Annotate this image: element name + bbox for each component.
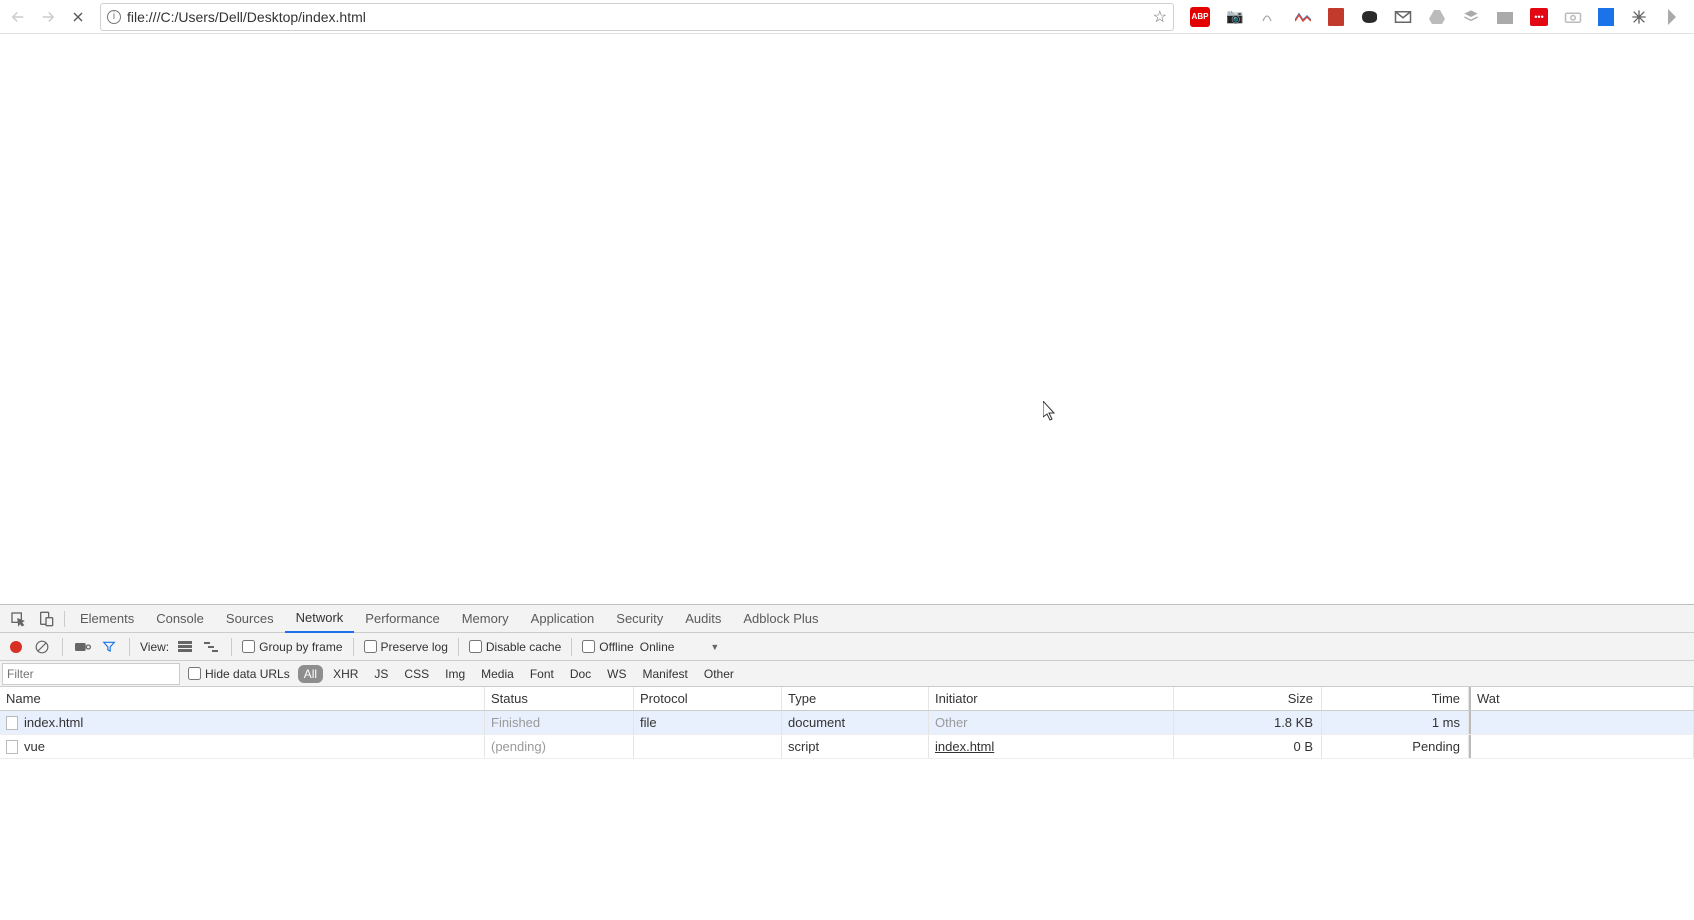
filter-chip-other[interactable]: Other bbox=[698, 665, 740, 683]
filter-icon[interactable] bbox=[99, 637, 119, 657]
filter-chip-font[interactable]: Font bbox=[524, 665, 560, 683]
column-waterfall[interactable]: Wat bbox=[1469, 687, 1694, 710]
tab-console[interactable]: Console bbox=[145, 605, 215, 633]
tab-sources[interactable]: Sources bbox=[215, 605, 285, 633]
file-icon bbox=[6, 716, 18, 730]
disable-cache-checkbox[interactable]: Disable cache bbox=[469, 640, 561, 654]
filter-chip-xhr[interactable]: XHR bbox=[327, 665, 364, 683]
drive-icon[interactable] bbox=[1428, 8, 1446, 26]
filter-chip-manifest[interactable]: Manifest bbox=[637, 665, 694, 683]
filter-chip-img[interactable]: Img bbox=[439, 665, 471, 683]
tab-icon[interactable] bbox=[1496, 8, 1514, 26]
camera-icon[interactable]: 📷 bbox=[1226, 8, 1244, 26]
tab-memory[interactable]: Memory bbox=[451, 605, 520, 633]
filter-chip-js[interactable]: JS bbox=[368, 665, 394, 683]
toolbar-separator bbox=[231, 638, 232, 656]
filter-input[interactable] bbox=[2, 663, 180, 685]
chevron-icon[interactable] bbox=[1664, 8, 1682, 26]
toolbar-separator bbox=[129, 638, 130, 656]
toolbar-separator bbox=[571, 638, 572, 656]
offline-checkbox[interactable]: Offline bbox=[582, 640, 633, 654]
tab-adblock-plus[interactable]: Adblock Plus bbox=[732, 605, 829, 633]
column-initiator[interactable]: Initiator bbox=[929, 687, 1174, 710]
address-bar[interactable]: i file:///C:/Users/Dell/Desktop/index.ht… bbox=[100, 3, 1174, 31]
waterfall-icon[interactable] bbox=[201, 637, 221, 657]
large-rows-icon[interactable] bbox=[175, 637, 195, 657]
network-row[interactable]: index.htmlFinishedfiledocumentOther1.8 K… bbox=[0, 711, 1694, 735]
network-toolbar: View: Group by frame Preserve log Disabl… bbox=[0, 633, 1694, 661]
record-button[interactable] bbox=[6, 637, 26, 657]
gesture-icon[interactable] bbox=[1260, 8, 1278, 26]
clear-button[interactable] bbox=[32, 637, 52, 657]
column-type[interactable]: Type bbox=[782, 687, 929, 710]
filter-chip-media[interactable]: Media bbox=[475, 665, 520, 683]
filter-chip-css[interactable]: CSS bbox=[398, 665, 435, 683]
cross-icon[interactable] bbox=[1630, 8, 1648, 26]
graph-icon[interactable] bbox=[1294, 8, 1312, 26]
stop-loading-button[interactable] bbox=[64, 3, 92, 31]
group-by-frame-checkbox[interactable]: Group by frame bbox=[242, 640, 342, 654]
column-status[interactable]: Status bbox=[485, 687, 634, 710]
toolbar-separator bbox=[353, 638, 354, 656]
tab-application[interactable]: Application bbox=[520, 605, 606, 633]
url-text: file:///C:/Users/Dell/Desktop/index.html bbox=[127, 9, 1153, 25]
back-button[interactable] bbox=[4, 3, 32, 31]
lastpass-icon[interactable]: ••• bbox=[1530, 8, 1548, 26]
network-filter-bar: Hide data URLs AllXHRJSCSSImgMediaFontDo… bbox=[0, 661, 1694, 687]
inspect-element-icon[interactable] bbox=[4, 607, 32, 631]
devtools-tab-bar: ElementsConsoleSourcesNetworkPerformance… bbox=[0, 605, 1694, 633]
forward-button[interactable] bbox=[34, 3, 62, 31]
site-info-icon[interactable]: i bbox=[107, 10, 121, 24]
extension-icons: ABP 📷 ••• bbox=[1182, 7, 1690, 27]
mouse-cursor-icon bbox=[1043, 401, 1057, 426]
devtools-panel: ElementsConsoleSourcesNetworkPerformance… bbox=[0, 604, 1694, 759]
tab-network[interactable]: Network bbox=[285, 605, 355, 633]
dropdown-caret-icon[interactable]: ▼ bbox=[710, 642, 719, 652]
device-toggle-icon[interactable] bbox=[32, 607, 60, 631]
preserve-log-checkbox[interactable]: Preserve log bbox=[364, 640, 448, 654]
book-icon[interactable] bbox=[1328, 8, 1344, 26]
filter-chip-all[interactable]: All bbox=[298, 665, 323, 683]
file-icon bbox=[6, 740, 18, 754]
tab-security[interactable]: Security bbox=[605, 605, 674, 633]
view-label: View: bbox=[140, 640, 169, 654]
column-size[interactable]: Size bbox=[1174, 687, 1322, 710]
toolbar-separator bbox=[458, 638, 459, 656]
mail-icon[interactable] bbox=[1394, 8, 1412, 26]
column-protocol[interactable]: Protocol bbox=[634, 687, 782, 710]
tab-separator bbox=[64, 611, 65, 627]
blob-icon[interactable] bbox=[1360, 8, 1378, 26]
column-name[interactable]: Name bbox=[0, 687, 485, 710]
adblock-plus-icon[interactable]: ABP bbox=[1190, 7, 1210, 27]
tab-performance[interactable]: Performance bbox=[354, 605, 450, 633]
bookmark-icon[interactable] bbox=[1598, 8, 1614, 26]
capture-screenshot-icon[interactable] bbox=[73, 637, 93, 657]
filter-chip-ws[interactable]: WS bbox=[601, 665, 632, 683]
camera-outline-icon[interactable] bbox=[1564, 8, 1582, 26]
network-table-header: Name Status Protocol Type Initiator Size… bbox=[0, 687, 1694, 711]
network-row[interactable]: vue(pending)scriptindex.html0 BPending bbox=[0, 735, 1694, 759]
bookmark-star-icon[interactable]: ☆ bbox=[1153, 7, 1167, 27]
toolbar-separator bbox=[62, 638, 63, 656]
layers-icon[interactable] bbox=[1462, 8, 1480, 26]
throttling-select[interactable]: Online bbox=[640, 640, 705, 654]
filter-chip-doc[interactable]: Doc bbox=[564, 665, 597, 683]
browser-nav-bar: i file:///C:/Users/Dell/Desktop/index.ht… bbox=[0, 0, 1694, 34]
tab-audits[interactable]: Audits bbox=[674, 605, 732, 633]
page-content-blank bbox=[0, 34, 1694, 604]
tab-elements[interactable]: Elements bbox=[69, 605, 145, 633]
network-table: Name Status Protocol Type Initiator Size… bbox=[0, 687, 1694, 759]
hide-data-urls-checkbox[interactable]: Hide data URLs bbox=[188, 667, 290, 681]
column-time[interactable]: Time bbox=[1322, 687, 1469, 710]
